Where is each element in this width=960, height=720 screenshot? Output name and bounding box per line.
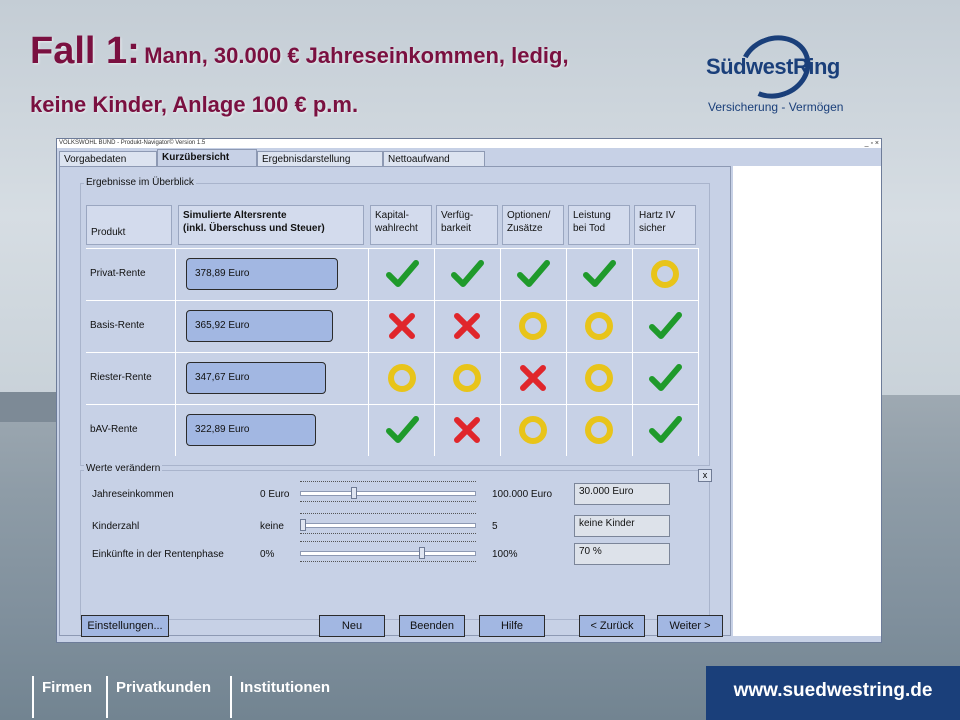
header-hartz-iv: Hartz IV sicher	[634, 205, 696, 245]
product-label: Privat-Rente	[90, 268, 146, 279]
header-death-benefit: Leistung bei Tod	[568, 205, 630, 245]
slider-thumb[interactable]	[300, 519, 306, 531]
check-icon	[451, 260, 484, 287]
slider-readout: keine Kinder	[574, 515, 670, 537]
slider-min-label: keine	[260, 521, 284, 532]
title-line-2: keine Kinder, Anlage 100 € p.m.	[30, 92, 359, 117]
window-controls[interactable]: _ ▫ ×	[865, 139, 879, 148]
adjust-group-label: Werte verändern	[84, 463, 163, 474]
header-capital-option: Kapital- wahlrecht	[370, 205, 432, 245]
slider-ticks	[300, 513, 476, 517]
circle-icon	[585, 312, 613, 340]
grid-row-line	[86, 404, 698, 405]
check-icon	[386, 416, 419, 443]
tab-ergebnisdarstellung[interactable]: Ergebnisdarstellung	[257, 151, 383, 166]
check-icon	[649, 416, 682, 443]
quit-button[interactable]: Beenden	[399, 615, 465, 637]
tab-kurzuebersicht[interactable]: Kurzübersicht	[157, 149, 257, 166]
slider-thumb[interactable]	[419, 547, 425, 559]
logo-tagline: Versicherung - Vermögen	[708, 100, 844, 114]
suedwestring-logo: SüdwestRing Versicherung - Vermögen	[706, 25, 856, 116]
nav-firmen[interactable]: Firmen	[32, 676, 92, 718]
nav-institutionen[interactable]: Institutionen	[230, 676, 330, 718]
slider-ticks	[300, 501, 476, 505]
circle-icon	[388, 364, 416, 392]
slider-thumb[interactable]	[351, 487, 357, 499]
slider-ticks	[300, 533, 476, 537]
cross-icon	[389, 313, 415, 339]
slider-max-label: 5	[492, 521, 498, 532]
slider-label: Jahreseinkommen	[92, 489, 174, 500]
website-url[interactable]: www.suedwestring.de	[706, 666, 960, 720]
results-group-label: Ergebnisse im Überblick	[84, 177, 196, 188]
window-titlebar: VOLKSWOHL BUND - Produkt-Navigator© Vers…	[57, 139, 881, 148]
slider-min-label: 0 Euro	[260, 489, 290, 500]
slider-track[interactable]	[300, 523, 476, 528]
header-options: Optionen/ Zusätze	[502, 205, 564, 245]
header-product: Produkt	[86, 205, 172, 245]
slider-ticks	[300, 481, 476, 485]
circle-icon	[519, 416, 547, 444]
slider-ticks	[300, 561, 476, 565]
check-icon	[583, 260, 616, 287]
logo-name: SüdwestRing	[706, 54, 840, 79]
overview-panel: Ergebnisse im Überblick Produkt Simulier…	[59, 166, 731, 636]
settings-button[interactable]: Einstellungen...	[81, 615, 169, 637]
cross-icon	[454, 313, 480, 339]
grid-column-line	[698, 248, 699, 456]
slider-label: Kinderzahl	[92, 521, 140, 532]
slider-track[interactable]	[300, 551, 476, 556]
window-right-area	[733, 166, 881, 636]
new-button[interactable]: Neu	[319, 615, 385, 637]
cross-icon	[454, 417, 480, 443]
nav-privatkunden[interactable]: Privatkunden	[106, 676, 211, 718]
tab-vorgabedaten[interactable]: Vorgabedaten	[59, 151, 157, 166]
close-icon[interactable]: x	[698, 469, 712, 482]
product-label: Riester-Rente	[90, 372, 152, 383]
cross-icon	[520, 365, 546, 391]
pension-value-bar: 378,89 Euro	[186, 258, 338, 290]
header-availability: Verfüg- barkeit	[436, 205, 498, 245]
help-button[interactable]: Hilfe	[479, 615, 545, 637]
circle-icon	[585, 416, 613, 444]
circle-icon	[453, 364, 481, 392]
check-icon	[649, 364, 682, 391]
slider-label: Einkünfte in der Rentenphase	[92, 549, 224, 560]
circle-icon	[519, 312, 547, 340]
pension-value-bar: 365,92 Euro	[186, 310, 333, 342]
next-button[interactable]: Weiter >	[657, 615, 723, 637]
slider-track[interactable]	[300, 491, 476, 496]
title-case: Fall 1:	[30, 30, 140, 72]
slider-readout: 30.000 Euro	[574, 483, 670, 505]
check-icon	[517, 260, 550, 287]
header-pension: Simulierte Altersrente (inkl. Überschuss…	[178, 205, 364, 245]
grid-row-line	[86, 248, 698, 249]
grid-row-line	[86, 300, 698, 301]
slider-readout: 70 %	[574, 543, 670, 565]
slide-title: Fall 1: Mann, 30.000 € Jahreseinkommen, …	[30, 30, 569, 117]
circle-icon	[585, 364, 613, 392]
title-description: Mann, 30.000 € Jahreseinkommen, ledig,	[144, 43, 569, 68]
grid-row-line	[86, 352, 698, 353]
pension-value-bar: 347,67 Euro	[186, 362, 326, 394]
tab-nettoaufwand[interactable]: Nettoaufwand	[383, 151, 485, 166]
slider-max-label: 100.000 Euro	[492, 489, 553, 500]
slider-ticks	[300, 541, 476, 545]
slider-min-label: 0%	[260, 549, 275, 560]
window-title: VOLKSWOHL BUND - Produkt-Navigator© Vers…	[59, 140, 206, 146]
circle-icon	[651, 260, 679, 288]
app-window: VOLKSWOHL BUND - Produkt-Navigator© Vers…	[56, 138, 882, 643]
check-icon	[386, 260, 419, 287]
product-label: bAV-Rente	[90, 424, 138, 435]
back-button[interactable]: < Zurück	[579, 615, 645, 637]
slider-max-label: 100%	[492, 549, 518, 560]
pension-value-bar: 322,89 Euro	[186, 414, 316, 446]
product-label: Basis-Rente	[90, 320, 145, 331]
check-icon	[649, 312, 682, 339]
